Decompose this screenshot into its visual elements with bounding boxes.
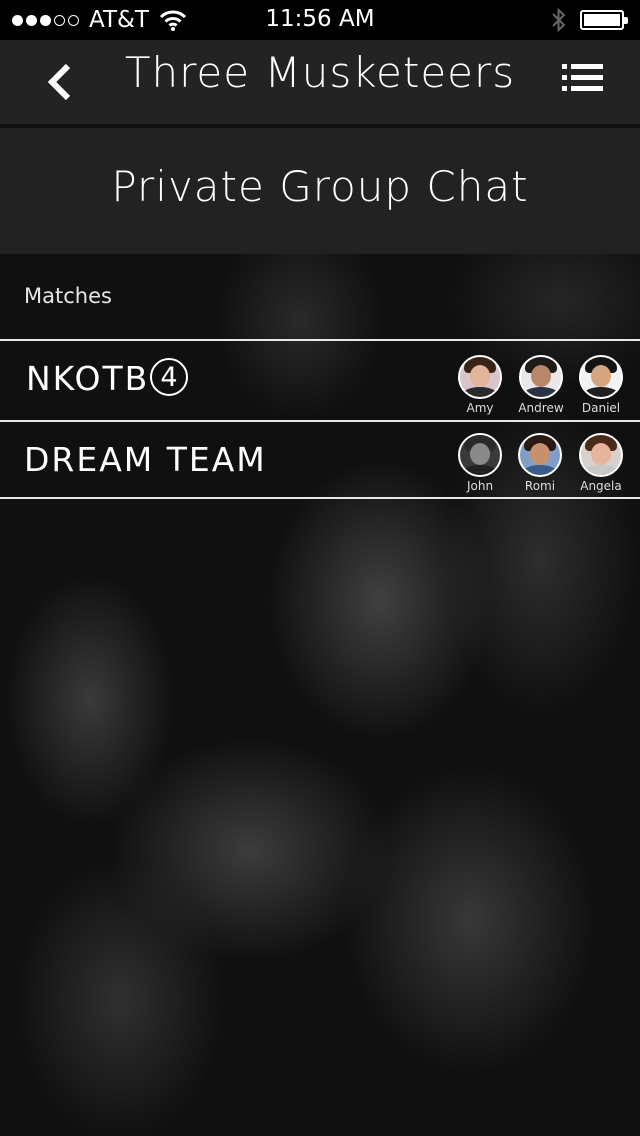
navigation-bar: Three Musketeers bbox=[0, 40, 640, 124]
status-time: 11:56 AM bbox=[265, 6, 375, 32]
unread-count-badge: 4 bbox=[150, 358, 188, 396]
status-bar: AT&T 11:56 AM bbox=[0, 0, 640, 40]
member-name: Amy bbox=[466, 401, 494, 415]
member-avatar-john[interactable]: John bbox=[450, 433, 510, 493]
group-name: NKOTB bbox=[26, 359, 150, 398]
group-row-dream-team[interactable]: DREAM TEAM John Romi Angela bbox=[0, 422, 640, 497]
battery-icon bbox=[580, 10, 628, 30]
member-name: Daniel bbox=[581, 401, 621, 415]
member-avatar-andrew[interactable]: Andrew bbox=[511, 355, 571, 415]
avatar bbox=[579, 355, 623, 399]
member-avatar-amy[interactable]: Amy bbox=[450, 355, 510, 415]
group-name: DREAM TEAM bbox=[24, 440, 267, 479]
group-chat-header: Private Group Chat bbox=[0, 128, 640, 254]
member-name: John bbox=[466, 479, 494, 493]
list-menu-icon[interactable] bbox=[562, 60, 604, 104]
member-avatar-daniel[interactable]: Daniel bbox=[571, 355, 631, 415]
avatar bbox=[579, 433, 623, 477]
avatar bbox=[458, 355, 502, 399]
member-name: Andrew bbox=[518, 401, 564, 415]
avatar bbox=[519, 355, 563, 399]
header-title: Private Group Chat bbox=[111, 162, 529, 211]
avatar bbox=[458, 433, 502, 477]
group-row-nkotb[interactable]: NKOTB 4 Amy Andrew Daniel bbox=[0, 341, 640, 420]
member-avatar-angela[interactable]: Angela bbox=[571, 433, 631, 493]
avatar bbox=[518, 433, 562, 477]
member-name: Angela bbox=[580, 479, 622, 493]
nav-title: Three Musketeers bbox=[124, 48, 516, 97]
member-avatar-romi[interactable]: Romi bbox=[510, 433, 570, 493]
divider bbox=[0, 497, 640, 499]
member-name: Romi bbox=[524, 479, 556, 493]
bluetooth-icon bbox=[552, 7, 566, 33]
matches-section-label: Matches bbox=[24, 284, 112, 308]
